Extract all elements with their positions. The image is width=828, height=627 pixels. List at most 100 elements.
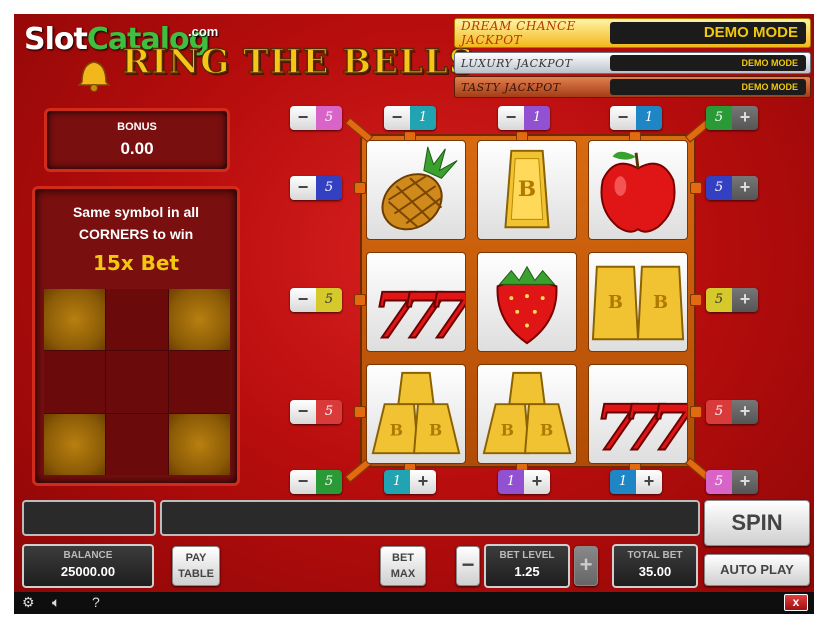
payline-plus-button[interactable]: + <box>732 106 758 130</box>
payline-minus-button[interactable]: − <box>384 106 410 130</box>
bonus-value: 0.00 <box>120 139 154 158</box>
jackpot-luxury: LUXURY JACKPOT DEMO MODE <box>454 52 811 74</box>
bet-max-button[interactable]: BET MAX <box>380 546 426 586</box>
payline-plus-button[interactable]: + <box>636 470 662 494</box>
payline-number: 5 <box>316 288 342 312</box>
close-button[interactable]: x <box>784 594 808 611</box>
logo-text-slot: Slot <box>24 22 88 57</box>
reel-cell-seven: 777 <box>588 364 694 465</box>
svg-text:B: B <box>608 292 623 313</box>
payline-minus-button[interactable]: − <box>290 470 316 494</box>
payline-minus-button[interactable]: − <box>290 106 316 130</box>
bet-level-minus-button[interactable]: − <box>456 546 480 586</box>
payline-minus-button[interactable]: − <box>290 176 316 200</box>
payline-left-2: − 5 <box>290 288 342 312</box>
corner-rule-text: Same symbol in all CORNERS to win <box>72 204 200 242</box>
bet-level-plus-button[interactable]: + <box>574 546 598 586</box>
gold-stack-icon: B B <box>371 371 461 455</box>
payline-connector <box>690 294 702 306</box>
payline-number: 1 <box>384 470 410 494</box>
payline-left-1: − 5 <box>290 176 342 200</box>
reel-cell-pineapple <box>366 140 466 240</box>
jackpot-value: DEMO MODE <box>610 79 806 95</box>
payline-plus-button[interactable]: + <box>524 470 550 494</box>
bet-max-label-1: BET <box>392 552 414 564</box>
bonus-label: BONUS <box>117 121 157 133</box>
payline-bottom-3: 1 + <box>498 470 550 494</box>
payline-plus-button[interactable]: + <box>732 470 758 494</box>
payline-left-3: − 5 <box>290 400 342 424</box>
payline-number: 1 <box>610 470 636 494</box>
payline-number: 5 <box>316 106 342 130</box>
payline-minus-button[interactable]: − <box>290 288 316 312</box>
reel-cell-gold-bars: B B <box>588 252 688 352</box>
corner-cell <box>106 289 168 351</box>
payline-connector <box>354 294 366 306</box>
help-icon[interactable]: ? <box>92 594 100 610</box>
payline-number: 1 <box>410 106 436 130</box>
payline-number: 5 <box>706 470 732 494</box>
payline-bottom-1: − 5 <box>290 470 342 494</box>
svg-text:B: B <box>653 292 668 313</box>
jackpot-dream-chance: DREAM CHANCE JACKPOT DEMO MODE <box>454 18 811 48</box>
balance-label: BALANCE <box>63 550 113 561</box>
corner-cell <box>168 351 230 413</box>
svg-text:7: 7 <box>650 390 687 463</box>
payline-number: 5 <box>706 176 732 200</box>
jackpot-value: DEMO MODE <box>610 22 806 44</box>
game-stage: SlotCatalog .com RING THE BELLS DREAM CH… <box>14 14 814 614</box>
strawberry-icon <box>496 265 558 345</box>
payline-top-4: − 1 <box>610 106 662 130</box>
speaker-icon[interactable]: 🔈︎ <box>52 594 60 611</box>
payline-number: 1 <box>636 106 662 130</box>
gear-icon[interactable]: ⚙ <box>22 594 35 611</box>
total-bet-value: 35.00 <box>638 564 672 579</box>
payline-plus-button[interactable]: + <box>410 470 436 494</box>
jackpot-value: DEMO MODE <box>610 55 806 71</box>
payline-minus-button[interactable]: − <box>498 106 524 130</box>
total-bet-panel: TOTAL BET 35.00 <box>612 544 698 588</box>
bet-level-label: BET LEVEL <box>499 550 555 561</box>
gold-bar-icon: B <box>504 149 550 229</box>
payline-top-5: 5 + <box>706 106 758 130</box>
jackpot-name: DREAM CHANCE JACKPOT <box>461 19 576 47</box>
payline-connector <box>690 182 702 194</box>
corner-grid <box>44 289 230 475</box>
payline-plus-button[interactable]: + <box>732 176 758 200</box>
payline-connector <box>354 406 366 418</box>
logo-suffix: .com <box>188 24 219 39</box>
bet-level-value: 1.25 <box>514 564 540 579</box>
payline-bottom-4: 1 + <box>610 470 662 494</box>
status-bar-left <box>22 500 156 536</box>
reel-cell-strawberry <box>477 252 577 352</box>
payline-minus-button[interactable]: − <box>290 400 316 424</box>
corner-cell <box>168 413 230 475</box>
payline-right-2: 5 + <box>706 288 758 312</box>
pay-table-button[interactable]: PAY TABLE <box>172 546 220 586</box>
bell-icon <box>77 61 111 92</box>
payline-number: 5 <box>706 288 732 312</box>
total-bet-label: TOTAL BET <box>627 550 683 561</box>
payline-bottom-2: 1 + <box>384 470 436 494</box>
seven-icon: 777 <box>372 277 472 353</box>
spin-button[interactable]: SPIN <box>704 500 810 546</box>
reel-cell-apple <box>588 140 688 240</box>
reel-cell-gold-stack: B B <box>477 364 577 464</box>
reel-cell-gold-stack: B B <box>366 364 466 464</box>
corner-bonus-panel: Same symbol in all CORNERS to win 15x Be… <box>32 186 240 486</box>
payline-plus-button[interactable]: + <box>732 288 758 312</box>
payline-number: 5 <box>316 400 342 424</box>
balance-panel: BALANCE 25000.00 <box>22 544 154 588</box>
payline-number: 1 <box>524 106 550 130</box>
svg-text:B: B <box>429 421 442 440</box>
corner-cell <box>44 289 106 351</box>
autoplay-button[interactable]: AUTO PLAY <box>704 554 810 586</box>
gold-stack-icon: B B <box>482 371 572 455</box>
payline-plus-button[interactable]: + <box>732 400 758 424</box>
corner-cell <box>106 413 168 475</box>
jackpot-tasty: TASTY JACKPOT DEMO MODE <box>454 76 811 98</box>
payline-minus-button[interactable]: − <box>610 106 636 130</box>
payline-number: 5 <box>706 400 732 424</box>
message-bar <box>160 500 700 536</box>
pay-table-label-2: TABLE <box>178 568 214 580</box>
